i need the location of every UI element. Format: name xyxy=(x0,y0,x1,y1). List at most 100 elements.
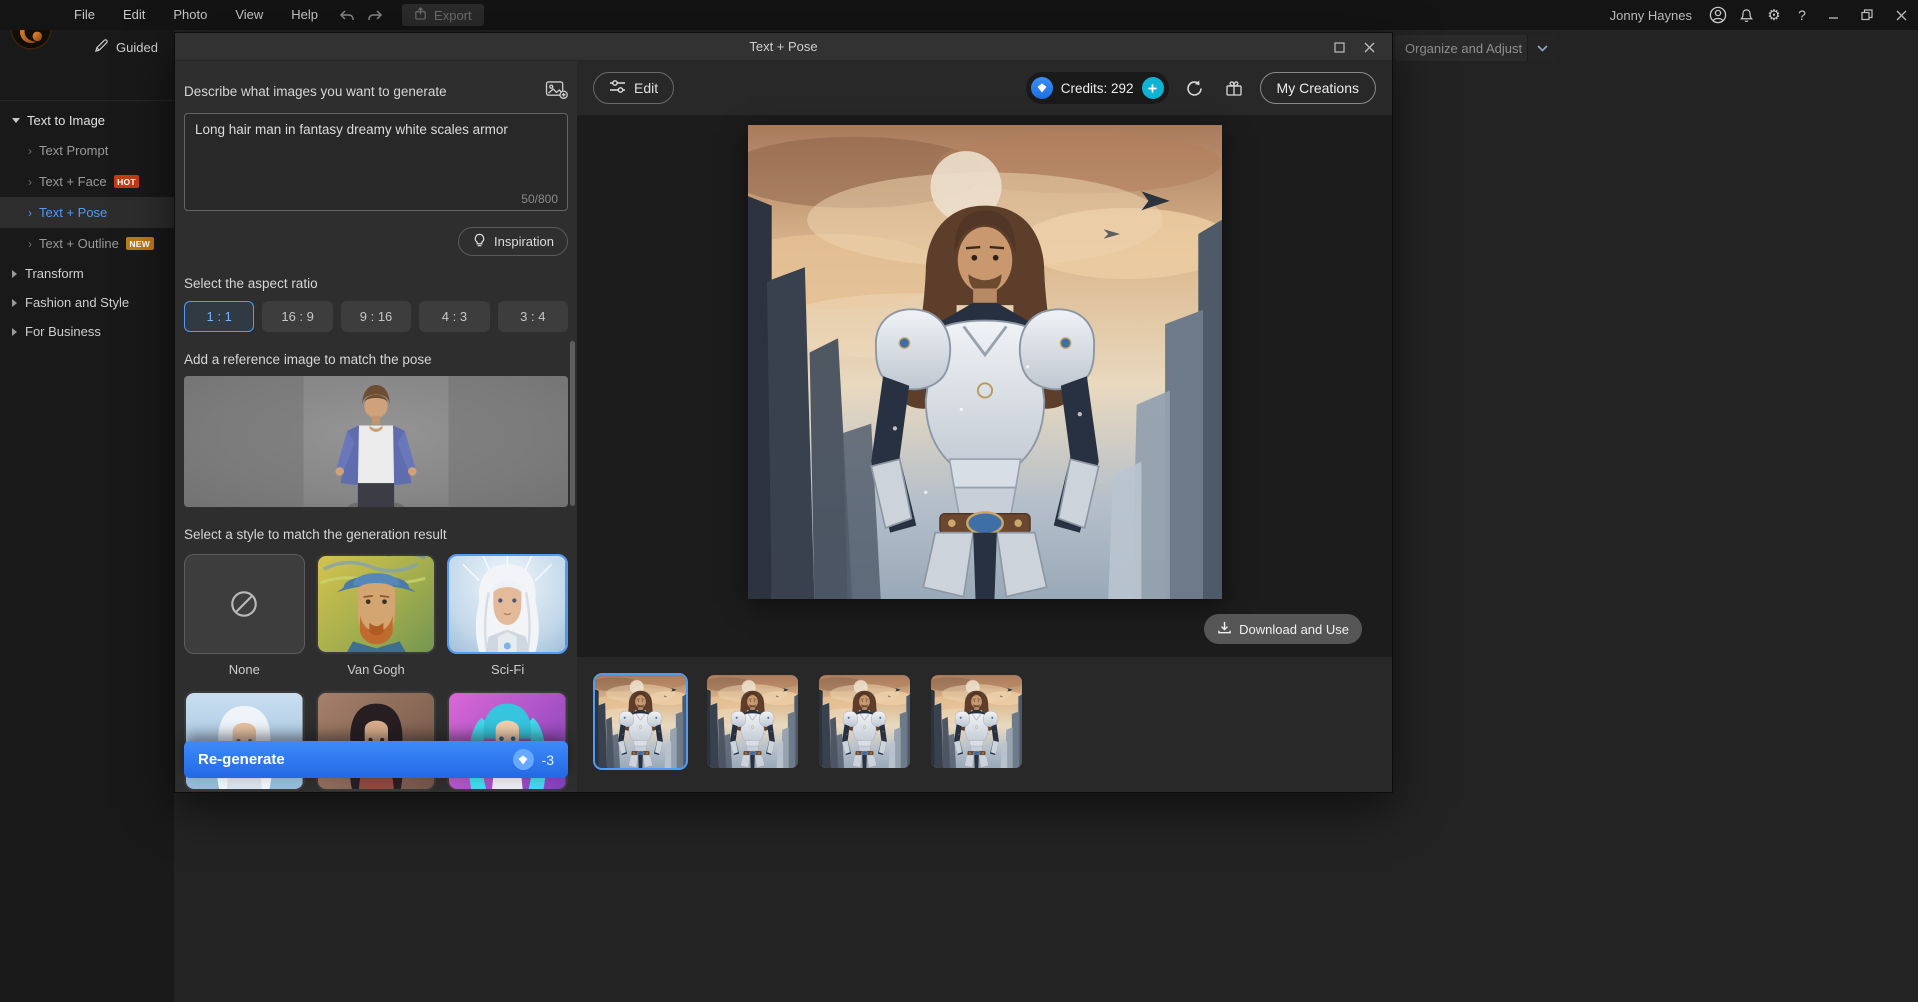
style-card-none[interactable] xyxy=(184,554,305,654)
prompt-label: Describe what images you want to generat… xyxy=(184,84,447,99)
menu-photo[interactable]: Photo xyxy=(159,0,221,30)
settings-gear-icon[interactable]: ⚙ xyxy=(1760,1,1788,29)
caret-right-icon xyxy=(12,299,17,307)
dialog-titlebar[interactable]: Text + Pose xyxy=(175,33,1392,61)
notifications-bell-icon[interactable] xyxy=(1732,1,1760,29)
section-label: Transform xyxy=(25,266,84,281)
regenerate-button[interactable]: Re-generate -3 xyxy=(184,741,568,778)
window-minimize-icon[interactable] xyxy=(1816,0,1850,30)
edit-button[interactable]: Edit xyxy=(593,72,674,104)
thumbnail-2[interactable] xyxy=(705,673,800,770)
edit-label: Edit xyxy=(634,80,658,96)
sidebar-section-fashion-style[interactable]: Fashion and Style xyxy=(0,288,174,317)
new-badge: NEW xyxy=(126,237,154,250)
undo-icon[interactable] xyxy=(334,2,360,28)
credit-gem-icon xyxy=(1031,77,1053,99)
sidebar-item-text-prompt[interactable]: › Text Prompt xyxy=(0,135,174,166)
panel-scrollbar[interactable] xyxy=(570,341,575,506)
dialog-body: Describe what images you want to generat… xyxy=(175,61,1392,792)
caret-down-icon xyxy=(12,118,20,123)
aspect-16-9-button[interactable]: 16 : 9 xyxy=(262,301,332,332)
section-label: Fashion and Style xyxy=(25,295,129,310)
menu-help[interactable]: Help xyxy=(277,0,332,30)
thumbnail-4[interactable] xyxy=(929,673,1024,770)
add-image-icon[interactable] xyxy=(545,80,568,102)
sidebar-section-text-to-image[interactable]: Text to Image xyxy=(0,105,174,135)
item-label: Text + Outline xyxy=(39,236,119,251)
menu-file[interactable]: File xyxy=(60,0,109,30)
item-label: Text Prompt xyxy=(39,143,108,158)
aspect-ratio-label: Select the aspect ratio xyxy=(184,276,568,291)
dialog-right-panel: Edit Credits: 292 xyxy=(577,61,1392,792)
sidebar-section-for-business[interactable]: For Business xyxy=(0,317,174,346)
inspiration-button[interactable]: Inspiration xyxy=(458,227,568,256)
pose-reference-image[interactable] xyxy=(184,376,568,507)
refresh-icon[interactable] xyxy=(1182,75,1208,101)
redo-icon[interactable] xyxy=(362,2,388,28)
text-pose-dialog: Text + Pose Describe what images you wan… xyxy=(174,32,1393,793)
chevron-right-icon: › xyxy=(28,175,32,189)
sidebar-item-text-pose[interactable]: › Text + Pose xyxy=(0,197,174,228)
menu-edit[interactable]: Edit xyxy=(109,0,159,30)
reference-label: Add a reference image to match the pose xyxy=(184,352,568,367)
gift-icon[interactable] xyxy=(1221,75,1247,101)
none-slash-icon xyxy=(228,588,260,620)
caret-right-icon xyxy=(12,328,17,336)
sidebar-item-text-outline[interactable]: › Text + Outline NEW xyxy=(0,228,174,259)
export-button[interactable]: Export xyxy=(402,4,484,26)
window-restore-icon[interactable] xyxy=(1850,0,1884,30)
item-label: Text + Face xyxy=(39,174,107,189)
item-label: Text + Pose xyxy=(39,205,107,220)
thumbnail-1[interactable] xyxy=(593,673,688,770)
regenerate-label: Re-generate xyxy=(198,751,285,768)
aspect-9-16-button[interactable]: 9 : 16 xyxy=(341,301,411,332)
download-icon xyxy=(1217,620,1232,638)
aspect-ratio-group: 1 : 1 16 : 9 9 : 16 4 : 3 3 : 4 xyxy=(184,301,568,332)
credits-count: Credits: 292 xyxy=(1061,81,1134,96)
chevron-right-icon: › xyxy=(28,206,32,220)
avatar-icon[interactable] xyxy=(1704,1,1732,29)
download-label: Download and Use xyxy=(1239,622,1349,637)
user-name: Jonny Haynes xyxy=(1610,8,1692,23)
thumbnail-3[interactable] xyxy=(817,673,912,770)
preview-header: Edit Credits: 292 xyxy=(577,61,1392,115)
download-and-use-button[interactable]: Download and Use xyxy=(1204,614,1362,644)
organize-and-adjust-dropdown[interactable]: Organize and Adjust xyxy=(1395,35,1557,61)
my-creations-button[interactable]: My Creations xyxy=(1260,72,1376,104)
menu-view[interactable]: View xyxy=(221,0,277,30)
export-icon xyxy=(414,7,427,23)
prompt-textarea[interactable]: Long hair man in fantasy dreamy white sc… xyxy=(184,113,568,211)
sidebar-item-text-face[interactable]: › Text + Face HOT xyxy=(0,166,174,197)
aspect-4-3-button[interactable]: 4 : 3 xyxy=(419,301,489,332)
sidebar-section-transform[interactable]: Transform xyxy=(0,259,174,288)
chevron-right-icon: › xyxy=(28,144,32,158)
char-counter: 50/800 xyxy=(521,192,558,206)
dialog-left-panel: Describe what images you want to generat… xyxy=(175,61,577,792)
chevron-down-icon xyxy=(1527,35,1557,61)
window-close-icon[interactable] xyxy=(1884,0,1918,30)
style-label: Select a style to match the generation r… xyxy=(184,527,568,542)
menubar: File Edit Photo View Help Export Jonny H… xyxy=(0,0,1918,30)
credits-pill[interactable]: Credits: 292 xyxy=(1026,72,1169,104)
organize-label: Organize and Adjust xyxy=(1395,41,1527,56)
dialog-title-buttons xyxy=(1324,33,1384,61)
style-name-van-gogh: Van Gogh xyxy=(347,662,405,677)
sidebar-tree: Text to Image › Text Prompt › Text + Fac… xyxy=(0,100,174,346)
aspect-1-1-button[interactable]: 1 : 1 xyxy=(184,301,254,332)
help-icon[interactable]: ? xyxy=(1788,1,1816,29)
dialog-maximize-icon[interactable] xyxy=(1324,33,1354,61)
guided-button[interactable]: Guided xyxy=(94,38,158,56)
guided-label: Guided xyxy=(116,40,158,55)
sliders-icon xyxy=(609,79,626,97)
section-label: Text to Image xyxy=(27,113,105,128)
add-credits-icon[interactable] xyxy=(1142,77,1164,99)
sidebar: Guided Text to Image › Text Prompt › Tex… xyxy=(0,30,174,1002)
menubar-right: Jonny Haynes ⚙ ? xyxy=(1610,0,1918,30)
style-card-sci-fi[interactable] xyxy=(447,554,568,654)
style-card-van-gogh[interactable] xyxy=(316,554,437,654)
dialog-title: Text + Pose xyxy=(749,39,817,54)
dialog-close-icon[interactable] xyxy=(1354,33,1384,61)
caret-right-icon xyxy=(12,270,17,278)
style-name-sci-fi: Sci-Fi xyxy=(491,662,524,677)
aspect-3-4-button[interactable]: 3 : 4 xyxy=(498,301,568,332)
